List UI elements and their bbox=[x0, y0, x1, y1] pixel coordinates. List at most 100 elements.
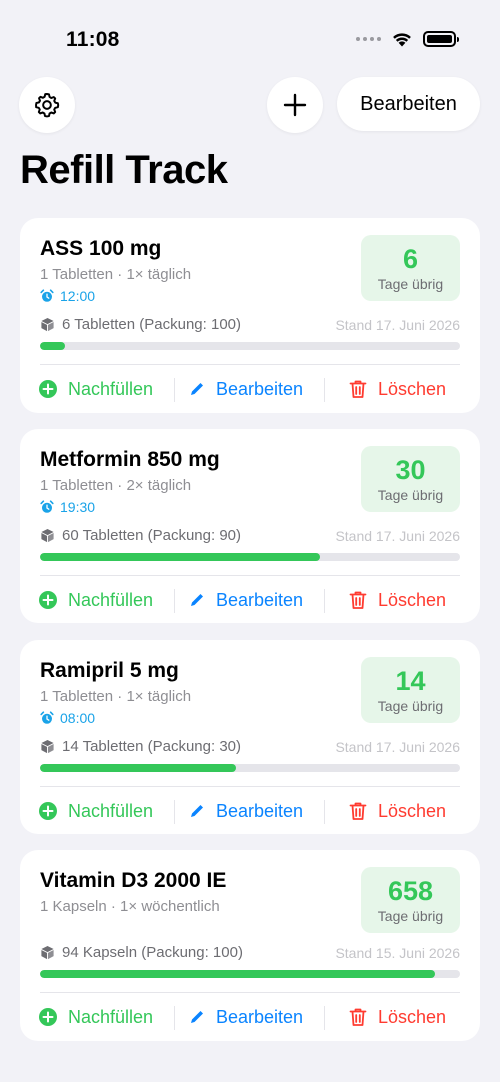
card-divider bbox=[40, 786, 460, 787]
action-separator bbox=[324, 589, 325, 613]
status-icons bbox=[356, 30, 459, 47]
card-actions: Nachfüllen Bearbeiten Löschen bbox=[20, 367, 480, 411]
days-remaining-value: 6 bbox=[402, 244, 419, 274]
stock-progress-bar bbox=[40, 342, 460, 350]
card-divider bbox=[40, 364, 460, 365]
days-remaining-label: Tage übrig bbox=[377, 908, 444, 924]
action-separator bbox=[324, 1006, 325, 1030]
delete-button[interactable]: Löschen bbox=[348, 995, 446, 1039]
pencil-icon bbox=[191, 383, 203, 395]
stock-info: 60 Tabletten (Packung: 90) bbox=[40, 527, 241, 544]
days-remaining-badge: 658 Tage übrig bbox=[361, 867, 460, 933]
trash-icon bbox=[349, 802, 367, 820]
edit-label: Bearbeiten bbox=[216, 1006, 304, 1027]
days-remaining-label: Tage übrig bbox=[377, 698, 444, 714]
pencil-icon bbox=[191, 594, 203, 606]
package-icon bbox=[41, 945, 54, 960]
action-separator bbox=[174, 800, 175, 824]
stock-date: Stand 17. Juni 2026 bbox=[335, 738, 460, 755]
page-title: Refill Track bbox=[20, 148, 228, 192]
edit-label: Bearbeiten bbox=[216, 589, 304, 610]
card-divider bbox=[40, 992, 460, 993]
stock-progress-fill bbox=[40, 553, 321, 561]
reminder-time-text: 19:30 bbox=[60, 499, 96, 515]
stock-info: 6 Tabletten (Packung: 100) bbox=[40, 316, 241, 333]
medication-card: Metformin 850 mg 1 Tabletten · 2× täglic… bbox=[20, 429, 480, 623]
package-icon bbox=[41, 528, 54, 543]
edit-button[interactable]: Bearbeiten bbox=[188, 367, 303, 411]
status-bar: 11:08 bbox=[0, 0, 500, 70]
days-remaining-label: Tage übrig bbox=[377, 487, 444, 503]
trash-icon bbox=[349, 380, 367, 398]
refill-label: Nachfüllen bbox=[68, 589, 154, 610]
refill-label: Nachfüllen bbox=[68, 378, 154, 399]
stock-date: Stand 17. Juni 2026 bbox=[335, 527, 460, 544]
medication-name: Metformin 850 mg bbox=[40, 448, 220, 471]
gear-icon bbox=[35, 93, 60, 118]
stock-progress-fill bbox=[40, 970, 435, 978]
medication-card: Ramipril 5 mg 1 Tabletten · 1× täglich 0… bbox=[20, 640, 480, 834]
card-divider bbox=[40, 575, 460, 576]
edit-list-button[interactable]: Bearbeiten bbox=[337, 77, 480, 131]
action-separator bbox=[174, 1006, 175, 1030]
alarm-clock-icon bbox=[40, 711, 54, 724]
stock-text: 94 Kapseln (Packung: 100) bbox=[62, 944, 243, 961]
alarm-clock-icon bbox=[40, 289, 54, 302]
card-actions: Nachfüllen Bearbeiten Löschen bbox=[20, 789, 480, 833]
action-separator bbox=[174, 589, 175, 613]
refill-button[interactable]: Nachfüllen bbox=[38, 789, 153, 833]
delete-button[interactable]: Löschen bbox=[348, 367, 446, 411]
edit-button[interactable]: Bearbeiten bbox=[188, 578, 303, 622]
delete-button[interactable]: Löschen bbox=[348, 789, 446, 833]
settings-button[interactable] bbox=[19, 77, 75, 133]
refill-button[interactable]: Nachfüllen bbox=[38, 578, 153, 622]
plus-circle-icon bbox=[39, 802, 57, 820]
medication-name: Ramipril 5 mg bbox=[40, 659, 179, 682]
delete-label: Löschen bbox=[378, 378, 447, 399]
stock-text: 6 Tabletten (Packung: 100) bbox=[62, 316, 242, 333]
medication-dose: 1 Tabletten · 2× täglich bbox=[40, 477, 192, 494]
battery-icon bbox=[423, 30, 459, 47]
stock-date: Stand 15. Juni 2026 bbox=[335, 944, 460, 961]
edit-button[interactable]: Bearbeiten bbox=[188, 995, 303, 1039]
wifi-icon bbox=[393, 33, 411, 47]
refill-button[interactable]: Nachfüllen bbox=[38, 995, 153, 1039]
days-remaining-label: Tage übrig bbox=[377, 276, 444, 292]
card-actions: Nachfüllen Bearbeiten Löschen bbox=[20, 578, 480, 622]
reminder-time-text: 08:00 bbox=[60, 710, 96, 726]
package-icon bbox=[41, 317, 54, 332]
stock-row: 14 Tabletten (Packung: 30) Stand 17. Jun… bbox=[40, 738, 460, 755]
stock-progress-fill bbox=[40, 764, 237, 772]
add-medication-button[interactable] bbox=[267, 77, 323, 133]
days-remaining-value: 14 bbox=[395, 666, 426, 696]
reminder-time: 19:30 bbox=[40, 499, 95, 515]
delete-label: Löschen bbox=[378, 589, 447, 610]
stock-info: 94 Kapseln (Packung: 100) bbox=[40, 944, 243, 961]
trash-icon bbox=[349, 1008, 367, 1026]
plus-circle-icon bbox=[39, 1008, 57, 1026]
days-remaining-value: 30 bbox=[395, 455, 426, 485]
days-remaining-value: 658 bbox=[387, 876, 434, 906]
medication-card: ASS 100 mg 1 Tabletten · 1× täglich 12:0… bbox=[20, 218, 480, 413]
refill-button[interactable]: Nachfüllen bbox=[38, 367, 153, 411]
pencil-icon bbox=[191, 805, 203, 817]
plus-circle-icon bbox=[39, 591, 57, 609]
alarm-clock-icon bbox=[40, 500, 54, 513]
stock-progress-bar bbox=[40, 553, 460, 561]
days-remaining-badge: 6 Tage übrig bbox=[361, 235, 460, 301]
plus-circle-icon bbox=[39, 380, 57, 398]
package-icon bbox=[41, 739, 54, 754]
medication-name: Vitamin D3 2000 IE bbox=[40, 869, 227, 892]
delete-label: Löschen bbox=[378, 800, 447, 821]
medication-dose: 1 Tabletten · 1× täglich bbox=[40, 688, 192, 705]
edit-button[interactable]: Bearbeiten bbox=[188, 789, 303, 833]
action-separator bbox=[324, 378, 325, 402]
medication-name: ASS 100 mg bbox=[40, 237, 162, 260]
refill-label: Nachfüllen bbox=[68, 800, 154, 821]
edit-label: Bearbeiten bbox=[216, 800, 304, 821]
days-remaining-badge: 30 Tage übrig bbox=[361, 446, 460, 512]
edit-label: Bearbeiten bbox=[216, 378, 304, 399]
delete-button[interactable]: Löschen bbox=[348, 578, 446, 622]
stock-info: 14 Tabletten (Packung: 30) bbox=[40, 738, 241, 755]
stock-row: 6 Tabletten (Packung: 100) Stand 17. Jun… bbox=[40, 316, 460, 333]
